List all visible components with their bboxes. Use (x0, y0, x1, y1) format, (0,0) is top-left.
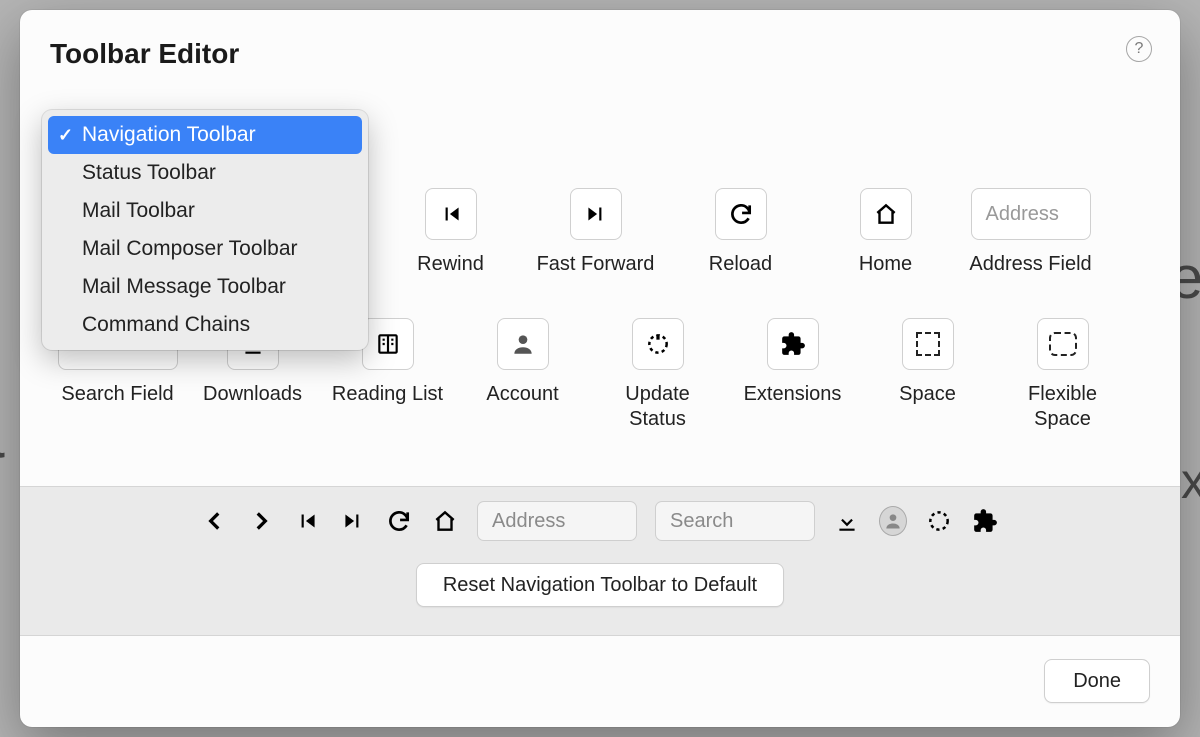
preview-rewind-button[interactable] (293, 507, 321, 535)
chevron-right-icon (248, 508, 274, 534)
rewind-icon (294, 508, 320, 534)
tool-account[interactable]: Account (455, 318, 590, 432)
fast-forward-icon (340, 508, 366, 534)
tool-reload[interactable]: Reload (668, 188, 813, 278)
menu-item-mail-toolbar[interactable]: Mail Toolbar (48, 192, 362, 230)
help-icon: ? (1135, 40, 1144, 58)
account-icon (510, 331, 536, 357)
current-toolbar-preview: Address Search Reset Navigation Toolbar … (20, 486, 1180, 636)
toolbar-editor-dialog: Toolbar Editor ? Rewind Fast Forward Rel… (20, 10, 1180, 727)
reading-list-icon (375, 331, 401, 357)
toolbar-selector-menu[interactable]: Navigation Toolbar Status Toolbar Mail T… (42, 110, 368, 350)
menu-item-navigation-toolbar[interactable]: Navigation Toolbar (48, 116, 362, 154)
address-field-placeholder: Address (971, 188, 1091, 240)
preview-fast-forward-button[interactable] (339, 507, 367, 535)
menu-item-status-toolbar[interactable]: Status Toolbar (48, 154, 362, 192)
done-button[interactable]: Done (1044, 659, 1150, 703)
preview-account-button[interactable] (879, 507, 907, 535)
flexible-space-icon (1049, 332, 1077, 356)
help-button[interactable]: ? (1126, 36, 1152, 62)
tool-address-field[interactable]: Address Address Field (958, 188, 1103, 278)
tool-extensions[interactable]: Extensions (725, 318, 860, 432)
preview-forward-button[interactable] (247, 507, 275, 535)
reset-toolbar-button[interactable]: Reset Navigation Toolbar to Default (416, 563, 784, 607)
menu-item-mail-composer-toolbar[interactable]: Mail Composer Toolbar (48, 230, 362, 268)
preview-search-field[interactable]: Search (655, 501, 815, 541)
background-content: c t a ' e B (0, 150, 4, 716)
preview-toolbar-row[interactable]: Address Search (201, 501, 999, 541)
preview-update-status-button[interactable] (925, 507, 953, 535)
menu-item-command-chains[interactable]: Command Chains (48, 306, 362, 344)
update-status-icon (926, 508, 952, 534)
downloads-icon (834, 508, 860, 534)
home-icon (873, 201, 899, 227)
preview-back-button[interactable] (201, 507, 229, 535)
preview-home-button[interactable] (431, 507, 459, 535)
preview-reload-button[interactable] (385, 507, 413, 535)
dialog-title: Toolbar Editor (50, 38, 239, 70)
tool-flexible-space[interactable]: Flexible Space (995, 318, 1130, 432)
tool-update-status[interactable]: Update Status (590, 318, 725, 432)
preview-downloads-button[interactable] (833, 507, 861, 535)
update-status-icon (645, 331, 671, 357)
tool-rewind[interactable]: Rewind (378, 188, 523, 278)
extensions-icon (972, 508, 998, 534)
reload-icon (386, 508, 412, 534)
home-icon (432, 508, 458, 534)
tool-home[interactable]: Home (813, 188, 958, 278)
preview-extensions-button[interactable] (971, 507, 999, 535)
rewind-icon (438, 201, 464, 227)
menu-item-mail-message-toolbar[interactable]: Mail Message Toolbar (48, 268, 362, 306)
tool-space[interactable]: Space (860, 318, 995, 432)
account-icon (879, 506, 907, 536)
preview-address-field[interactable]: Address (477, 501, 637, 541)
extensions-icon (780, 331, 806, 357)
fast-forward-icon (583, 201, 609, 227)
tool-fast-forward[interactable]: Fast Forward (523, 188, 668, 278)
chevron-left-icon (202, 508, 228, 534)
reload-icon (728, 201, 754, 227)
space-icon (916, 332, 940, 356)
